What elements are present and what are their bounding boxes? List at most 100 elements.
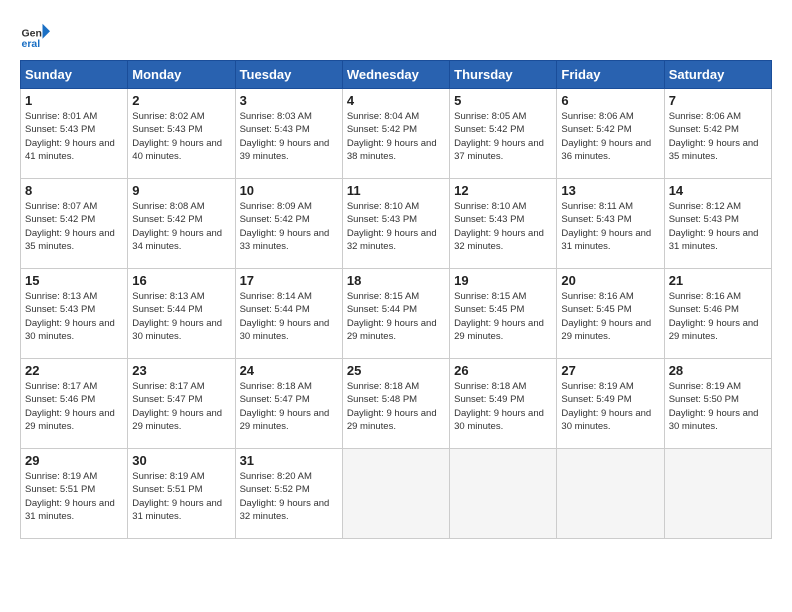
day-info: Sunrise: 8:15 AM Sunset: 5:45 PM Dayligh… [454, 290, 552, 343]
day-number: 2 [132, 93, 230, 108]
calendar-week-row: 8 Sunrise: 8:07 AM Sunset: 5:42 PM Dayli… [21, 179, 772, 269]
calendar-week-row: 29 Sunrise: 8:19 AM Sunset: 5:51 PM Dayl… [21, 449, 772, 539]
day-info: Sunrise: 8:11 AM Sunset: 5:43 PM Dayligh… [561, 200, 659, 253]
day-number: 31 [240, 453, 338, 468]
calendar-day-cell: 26 Sunrise: 8:18 AM Sunset: 5:49 PM Dayl… [450, 359, 557, 449]
calendar-day-cell: 16 Sunrise: 8:13 AM Sunset: 5:44 PM Dayl… [128, 269, 235, 359]
calendar-week-row: 22 Sunrise: 8:17 AM Sunset: 5:46 PM Dayl… [21, 359, 772, 449]
calendar-day-cell: 1 Sunrise: 8:01 AM Sunset: 5:43 PM Dayli… [21, 89, 128, 179]
day-info: Sunrise: 8:18 AM Sunset: 5:47 PM Dayligh… [240, 380, 338, 433]
day-info: Sunrise: 8:02 AM Sunset: 5:43 PM Dayligh… [132, 110, 230, 163]
day-info: Sunrise: 8:16 AM Sunset: 5:46 PM Dayligh… [669, 290, 767, 343]
day-info: Sunrise: 8:05 AM Sunset: 5:42 PM Dayligh… [454, 110, 552, 163]
day-info: Sunrise: 8:18 AM Sunset: 5:49 PM Dayligh… [454, 380, 552, 433]
day-info: Sunrise: 8:06 AM Sunset: 5:42 PM Dayligh… [561, 110, 659, 163]
weekday-header: Friday [557, 61, 664, 89]
day-info: Sunrise: 8:15 AM Sunset: 5:44 PM Dayligh… [347, 290, 445, 343]
calendar-day-cell: 25 Sunrise: 8:18 AM Sunset: 5:48 PM Dayl… [342, 359, 449, 449]
day-info: Sunrise: 8:19 AM Sunset: 5:50 PM Dayligh… [669, 380, 767, 433]
calendar-day-cell: 10 Sunrise: 8:09 AM Sunset: 5:42 PM Dayl… [235, 179, 342, 269]
day-info: Sunrise: 8:08 AM Sunset: 5:42 PM Dayligh… [132, 200, 230, 253]
day-number: 7 [669, 93, 767, 108]
day-number: 9 [132, 183, 230, 198]
calendar-table: SundayMondayTuesdayWednesdayThursdayFrid… [20, 60, 772, 539]
svg-text:eral: eral [22, 38, 41, 50]
calendar-day-cell: 29 Sunrise: 8:19 AM Sunset: 5:51 PM Dayl… [21, 449, 128, 539]
page-header: Gen eral [20, 20, 772, 50]
calendar-week-row: 1 Sunrise: 8:01 AM Sunset: 5:43 PM Dayli… [21, 89, 772, 179]
day-number: 14 [669, 183, 767, 198]
day-number: 10 [240, 183, 338, 198]
day-info: Sunrise: 8:12 AM Sunset: 5:43 PM Dayligh… [669, 200, 767, 253]
calendar-day-cell: 22 Sunrise: 8:17 AM Sunset: 5:46 PM Dayl… [21, 359, 128, 449]
calendar-day-cell: 20 Sunrise: 8:16 AM Sunset: 5:45 PM Dayl… [557, 269, 664, 359]
day-number: 18 [347, 273, 445, 288]
day-number: 26 [454, 363, 552, 378]
logo-icon: Gen eral [20, 20, 50, 50]
day-number: 17 [240, 273, 338, 288]
day-info: Sunrise: 8:06 AM Sunset: 5:42 PM Dayligh… [669, 110, 767, 163]
calendar-day-cell [342, 449, 449, 539]
calendar-day-cell: 3 Sunrise: 8:03 AM Sunset: 5:43 PM Dayli… [235, 89, 342, 179]
calendar-day-cell: 15 Sunrise: 8:13 AM Sunset: 5:43 PM Dayl… [21, 269, 128, 359]
weekday-header: Tuesday [235, 61, 342, 89]
calendar-day-cell: 9 Sunrise: 8:08 AM Sunset: 5:42 PM Dayli… [128, 179, 235, 269]
calendar-day-cell: 21 Sunrise: 8:16 AM Sunset: 5:46 PM Dayl… [664, 269, 771, 359]
calendar-day-cell: 17 Sunrise: 8:14 AM Sunset: 5:44 PM Dayl… [235, 269, 342, 359]
calendar-week-row: 15 Sunrise: 8:13 AM Sunset: 5:43 PM Dayl… [21, 269, 772, 359]
day-info: Sunrise: 8:01 AM Sunset: 5:43 PM Dayligh… [25, 110, 123, 163]
calendar-day-cell: 24 Sunrise: 8:18 AM Sunset: 5:47 PM Dayl… [235, 359, 342, 449]
day-number: 24 [240, 363, 338, 378]
day-number: 27 [561, 363, 659, 378]
calendar-day-cell [664, 449, 771, 539]
calendar-day-cell: 30 Sunrise: 8:19 AM Sunset: 5:51 PM Dayl… [128, 449, 235, 539]
calendar-day-cell: 12 Sunrise: 8:10 AM Sunset: 5:43 PM Dayl… [450, 179, 557, 269]
weekday-header: Sunday [21, 61, 128, 89]
logo: Gen eral [20, 20, 54, 50]
weekday-header: Thursday [450, 61, 557, 89]
calendar-day-cell: 7 Sunrise: 8:06 AM Sunset: 5:42 PM Dayli… [664, 89, 771, 179]
weekday-header: Monday [128, 61, 235, 89]
day-info: Sunrise: 8:19 AM Sunset: 5:51 PM Dayligh… [132, 470, 230, 523]
calendar-day-cell [557, 449, 664, 539]
day-number: 6 [561, 93, 659, 108]
weekday-header: Saturday [664, 61, 771, 89]
calendar-day-cell: 5 Sunrise: 8:05 AM Sunset: 5:42 PM Dayli… [450, 89, 557, 179]
calendar-day-cell [450, 449, 557, 539]
day-number: 4 [347, 93, 445, 108]
day-info: Sunrise: 8:03 AM Sunset: 5:43 PM Dayligh… [240, 110, 338, 163]
day-info: Sunrise: 8:18 AM Sunset: 5:48 PM Dayligh… [347, 380, 445, 433]
calendar-day-cell: 28 Sunrise: 8:19 AM Sunset: 5:50 PM Dayl… [664, 359, 771, 449]
day-number: 12 [454, 183, 552, 198]
day-number: 28 [669, 363, 767, 378]
calendar-day-cell: 4 Sunrise: 8:04 AM Sunset: 5:42 PM Dayli… [342, 89, 449, 179]
day-info: Sunrise: 8:04 AM Sunset: 5:42 PM Dayligh… [347, 110, 445, 163]
day-info: Sunrise: 8:14 AM Sunset: 5:44 PM Dayligh… [240, 290, 338, 343]
day-info: Sunrise: 8:13 AM Sunset: 5:43 PM Dayligh… [25, 290, 123, 343]
day-number: 8 [25, 183, 123, 198]
weekday-header: Wednesday [342, 61, 449, 89]
day-number: 30 [132, 453, 230, 468]
day-info: Sunrise: 8:16 AM Sunset: 5:45 PM Dayligh… [561, 290, 659, 343]
day-number: 22 [25, 363, 123, 378]
calendar-day-cell: 8 Sunrise: 8:07 AM Sunset: 5:42 PM Dayli… [21, 179, 128, 269]
day-info: Sunrise: 8:13 AM Sunset: 5:44 PM Dayligh… [132, 290, 230, 343]
day-number: 16 [132, 273, 230, 288]
day-number: 15 [25, 273, 123, 288]
day-info: Sunrise: 8:19 AM Sunset: 5:51 PM Dayligh… [25, 470, 123, 523]
day-number: 5 [454, 93, 552, 108]
calendar-day-cell: 11 Sunrise: 8:10 AM Sunset: 5:43 PM Dayl… [342, 179, 449, 269]
day-number: 20 [561, 273, 659, 288]
day-number: 1 [25, 93, 123, 108]
day-number: 11 [347, 183, 445, 198]
calendar-day-cell: 23 Sunrise: 8:17 AM Sunset: 5:47 PM Dayl… [128, 359, 235, 449]
calendar-day-cell: 19 Sunrise: 8:15 AM Sunset: 5:45 PM Dayl… [450, 269, 557, 359]
day-info: Sunrise: 8:17 AM Sunset: 5:47 PM Dayligh… [132, 380, 230, 433]
day-number: 21 [669, 273, 767, 288]
day-info: Sunrise: 8:19 AM Sunset: 5:49 PM Dayligh… [561, 380, 659, 433]
calendar-day-cell: 6 Sunrise: 8:06 AM Sunset: 5:42 PM Dayli… [557, 89, 664, 179]
day-info: Sunrise: 8:10 AM Sunset: 5:43 PM Dayligh… [454, 200, 552, 253]
day-number: 25 [347, 363, 445, 378]
calendar-day-cell: 27 Sunrise: 8:19 AM Sunset: 5:49 PM Dayl… [557, 359, 664, 449]
day-info: Sunrise: 8:09 AM Sunset: 5:42 PM Dayligh… [240, 200, 338, 253]
